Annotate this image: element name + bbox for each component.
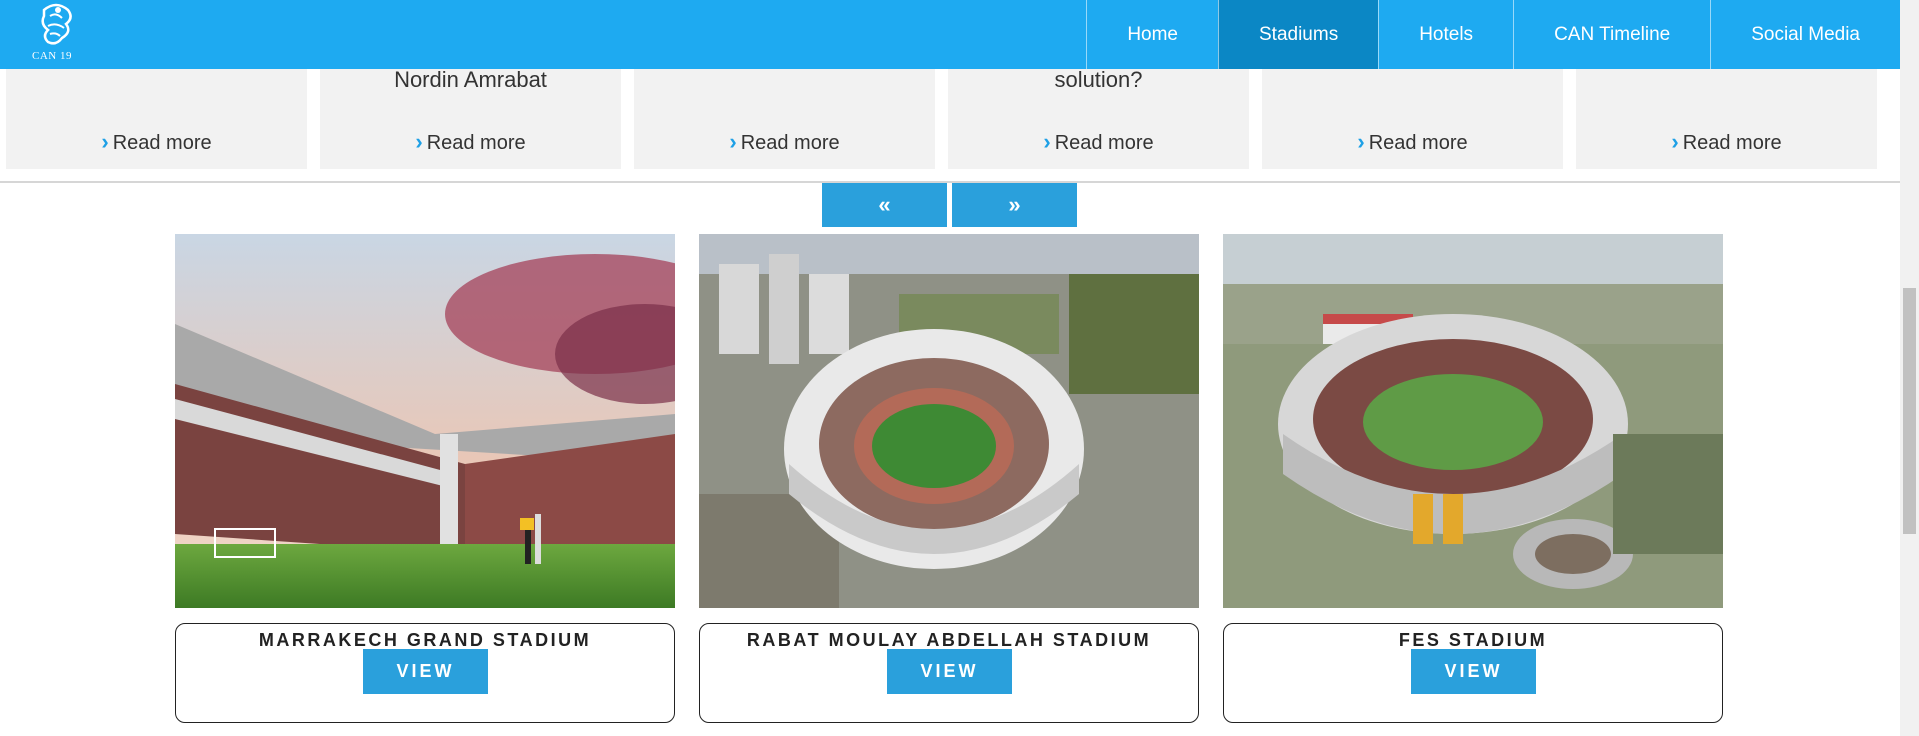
read-more-link[interactable]: › Read more bbox=[6, 129, 307, 155]
page-scrollbar[interactable] bbox=[1900, 0, 1919, 736]
nav-home[interactable]: Home bbox=[1086, 0, 1218, 69]
read-more-label: Read more bbox=[740, 132, 840, 154]
view-button[interactable]: VIEW bbox=[1411, 649, 1536, 694]
stadium-photo-fes bbox=[1223, 234, 1723, 608]
stadium-photo-rabat bbox=[699, 234, 1199, 608]
carousel-next-button[interactable]: » bbox=[952, 183, 1077, 227]
logo-text: CAN 19 bbox=[32, 50, 72, 62]
nav-stadiums[interactable]: Stadiums bbox=[1218, 0, 1379, 69]
chevron-right-icon: › bbox=[729, 129, 737, 154]
chevron-right-icon: › bbox=[1043, 129, 1051, 154]
stadium-name: MARRAKECH GRAND STADIUM bbox=[258, 630, 592, 650]
stadium-image[interactable] bbox=[699, 234, 1199, 608]
stadium-image[interactable] bbox=[175, 234, 675, 608]
read-more-label: Read more bbox=[1054, 132, 1154, 154]
card-title: Nordin Amrabat bbox=[394, 67, 547, 92]
news-card: solution? › Read more bbox=[948, 69, 1249, 169]
chevron-right-icon: › bbox=[1671, 129, 1679, 154]
stadium-name: FES STADIUM bbox=[1398, 630, 1548, 650]
carousel-prev-button[interactable]: « bbox=[822, 183, 947, 227]
read-more-link[interactable]: › Read more bbox=[948, 129, 1249, 155]
news-card: › Read more bbox=[634, 69, 935, 169]
stadium-name: RABAT MOULAY ABDELLAH STADIUM bbox=[746, 630, 1152, 650]
chevron-right-icon: › bbox=[101, 129, 109, 154]
news-cards-strip: › Read more Nordin Amrabat › Read more › Re… bbox=[0, 69, 1900, 183]
scrollbar-thumb[interactable] bbox=[1903, 288, 1916, 534]
stadium-caption-box: MARRAKECH GRAND STADIUM VIEW bbox=[175, 623, 675, 723]
nav-can-timeline[interactable]: CAN Timeline bbox=[1513, 0, 1710, 69]
read-more-label: Read more bbox=[426, 132, 526, 154]
read-more-link[interactable]: › Read more bbox=[1262, 129, 1563, 155]
news-card: Nordin Amrabat › Read more bbox=[320, 69, 621, 169]
stadium-photo-marrakech bbox=[175, 234, 675, 608]
nav-social-media[interactable]: Social Media bbox=[1710, 0, 1900, 69]
main-nav: Home Stadiums Hotels CAN Timeline Social… bbox=[1086, 0, 1900, 69]
top-navbar: CAN 19 Home Stadiums Hotels CAN Timeline… bbox=[0, 0, 1900, 69]
read-more-label: Read more bbox=[1368, 132, 1468, 154]
read-more-link[interactable]: › Read more bbox=[1576, 129, 1877, 155]
stadium-caption-box: RABAT MOULAY ABDELLAH STADIUM VIEW bbox=[699, 623, 1199, 723]
news-card: › Read more bbox=[1576, 69, 1877, 169]
mascot-logo-icon bbox=[41, 3, 72, 45]
read-more-label: Read more bbox=[1682, 132, 1782, 154]
can19-logo[interactable]: CAN 19 bbox=[30, 2, 94, 64]
read-more-label: Read more bbox=[112, 132, 212, 154]
read-more-link[interactable]: › Read more bbox=[320, 129, 621, 155]
view-button[interactable]: VIEW bbox=[887, 649, 1012, 694]
chevron-right-icon: › bbox=[1357, 129, 1365, 154]
read-more-link[interactable]: › Read more bbox=[634, 129, 935, 155]
stadium-caption-box: FES STADIUM VIEW bbox=[1223, 623, 1723, 723]
news-card: › Read more bbox=[6, 69, 307, 169]
card-title: solution? bbox=[1054, 67, 1143, 92]
stadium-image[interactable] bbox=[1223, 234, 1723, 608]
view-button[interactable]: VIEW bbox=[363, 649, 488, 694]
nav-hotels[interactable]: Hotels bbox=[1378, 0, 1513, 69]
news-card: › Read more bbox=[1262, 69, 1563, 169]
chevron-right-icon: › bbox=[415, 129, 423, 154]
